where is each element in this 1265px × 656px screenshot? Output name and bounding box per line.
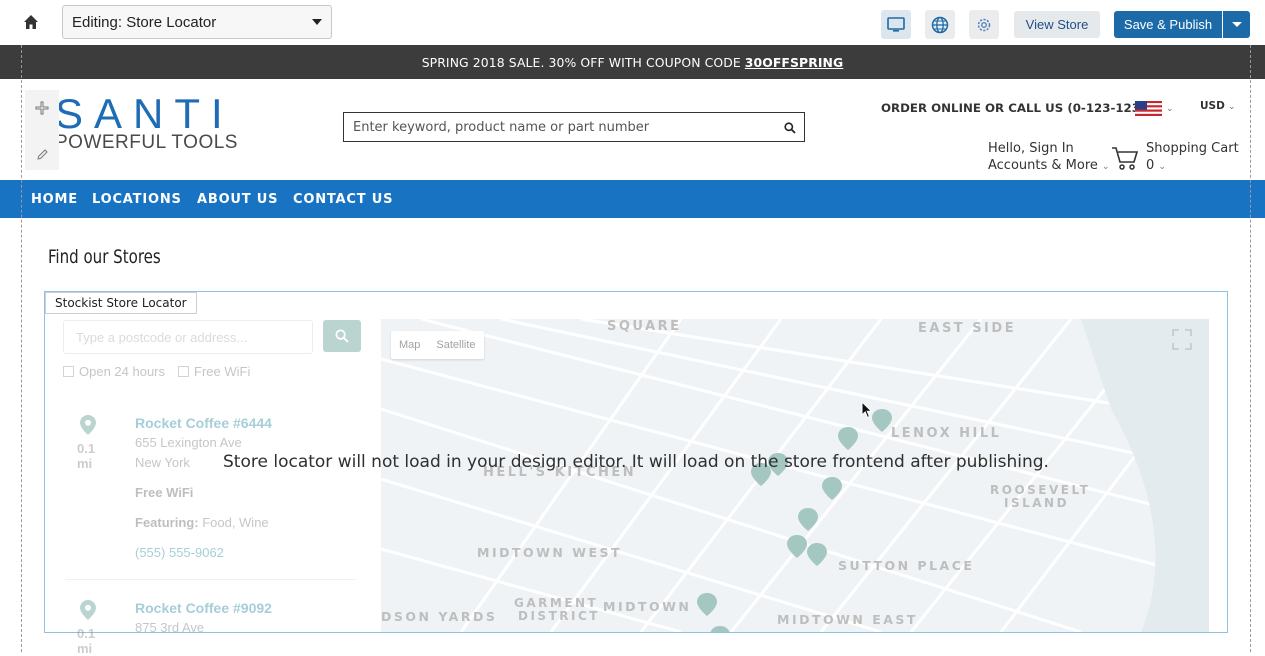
chevron-down-icon[interactable]: ⌄ [1166, 103, 1174, 114]
store-address: 655 Lexington Ave [135, 435, 242, 450]
account-menu[interactable]: Hello, Sign In Accounts & More ⌄ [988, 140, 1110, 176]
language-button[interactable] [925, 10, 955, 39]
currency-select[interactable]: USD [1200, 100, 1225, 112]
map-pin-icon [80, 600, 96, 620]
search-button[interactable] [784, 121, 796, 139]
home-icon [24, 15, 38, 29]
checkbox[interactable] [178, 366, 189, 377]
map-type-toggle: Map Satellite [391, 331, 484, 359]
edit-block-button[interactable] [25, 136, 59, 172]
nav-item-about[interactable]: ABOUT US [197, 192, 278, 207]
account-greeting: Hello, Sign In [988, 141, 1074, 156]
cart-label: Shopping Cart [1146, 141, 1239, 156]
logo-title[interactable]: SANTI [55, 93, 234, 135]
nav-item-locations[interactable]: LOCATIONS [92, 192, 182, 207]
mouse-cursor-icon [861, 401, 873, 419]
chevron-down-icon [1231, 22, 1242, 27]
address-input[interactable]: Type a postcode or address... [63, 320, 313, 354]
pencil-icon [36, 148, 48, 160]
chevron-down-icon [312, 19, 322, 25]
store-amenity: Free WiFi [135, 485, 194, 500]
checkbox[interactable] [63, 366, 74, 377]
editor-notice: Store locator will not load in your desi… [223, 452, 1049, 472]
block-tools [25, 90, 59, 170]
home-button[interactable] [18, 10, 44, 34]
store-phone[interactable]: (555) 555-9062 [135, 545, 224, 560]
map-label: SQUARE [607, 319, 682, 334]
chevron-down-icon: ⌄ [1102, 162, 1110, 172]
main-nav: HOME LOCATIONS ABOUT US CONTACT US [0, 180, 1265, 218]
search-icon [784, 122, 796, 134]
desktop-view-button[interactable] [881, 10, 911, 39]
widget-label: Stockist Store Locator [45, 292, 197, 314]
desktop-icon [887, 16, 905, 32]
map-label: ROOSEVELT [990, 483, 1091, 497]
us-flag-icon[interactable] [1135, 101, 1162, 116]
map-type-satellite[interactable]: Satellite [428, 331, 483, 359]
map-label: GARMENT [514, 596, 599, 610]
product-search [343, 112, 805, 142]
shopping-cart[interactable]: Shopping Cart 0 ⌄ [1146, 140, 1239, 176]
promo-text: SPRING 2018 SALE. 30% OFF WITH COUPON CO… [421, 54, 741, 70]
filter-label: Open 24 hours [79, 364, 166, 379]
nav-item-contact[interactable]: CONTACT US [293, 192, 393, 207]
section-guide-left [21, 45, 22, 652]
map-label: LENOX HILL [891, 426, 1002, 441]
store-address: 875 3rd Ave [135, 620, 205, 635]
promo-banner: SPRING 2018 SALE. 30% OFF WITH COUPON CO… [0, 45, 1265, 79]
chevron-down-icon: ⌄ [1158, 162, 1166, 172]
map-label: EAST SIDE [918, 321, 1017, 336]
move-icon [35, 101, 49, 115]
search-icon [335, 329, 349, 343]
logo-subtitle: POWERFUL TOOLS [55, 132, 238, 153]
settings-button[interactable] [969, 10, 999, 39]
map-label: MIDTOWN EAST [777, 612, 918, 627]
page-title: Find our Stores [48, 246, 161, 268]
publish-options-button[interactable] [1223, 11, 1250, 38]
move-block-button[interactable] [25, 90, 59, 126]
chevron-down-icon[interactable]: ⌄ [1228, 101, 1236, 112]
editor-toolbar: Editing: Store Locator View Store Save &… [0, 0, 1265, 45]
promo-code-link[interactable]: 30OFFSPRING [745, 55, 844, 70]
cart-icon[interactable] [1111, 145, 1139, 171]
store-map[interactable]: Map Satellite SQUARE EAST SIDE LENOX HIL… [381, 319, 1209, 632]
map-label: MIDTOWN WEST [477, 545, 623, 560]
nav-item-home[interactable]: HOME [31, 192, 78, 207]
store-name[interactable]: Rocket Coffee #6444 [135, 415, 272, 431]
gear-icon [977, 18, 991, 31]
store-name[interactable]: Rocket Coffee #9092 [135, 600, 272, 616]
address-search-button[interactable] [323, 320, 361, 352]
view-store-button[interactable]: View Store [1014, 11, 1100, 38]
map-label: ISLAND [1004, 496, 1070, 510]
filter-free-wifi[interactable]: Free WiFi [178, 364, 250, 379]
divider [65, 579, 355, 580]
map-type-map[interactable]: Map [391, 331, 428, 359]
page-select[interactable]: Editing: Store Locator [62, 5, 332, 39]
page-select-value: Editing: Store Locator [72, 13, 217, 31]
account-label: Accounts & More [988, 158, 1098, 173]
filter-label: Free WiFi [194, 364, 251, 379]
store-featuring: Food, Wine [202, 515, 269, 530]
section-guide-right [1250, 45, 1251, 652]
search-input[interactable] [353, 119, 773, 135]
locator-sidebar: Type a postcode or address... Open 24 ho… [60, 320, 382, 656]
globe-icon [931, 16, 949, 33]
map-label: MIDTOWN [603, 599, 692, 614]
filter-open-24[interactable]: Open 24 hours [63, 364, 165, 379]
cart-count: 0 [1146, 158, 1155, 173]
save-publish-button[interactable]: Save & Publish [1114, 11, 1222, 38]
map-label: SUTTON PLACE [838, 558, 975, 573]
map-label: DISTRICT [518, 609, 600, 623]
featuring-label: Featuring: [135, 515, 199, 530]
map-pin-icon [80, 415, 96, 435]
map-label: DSON YARDS [381, 609, 498, 624]
order-phone-text: ORDER ONLINE OR CALL US (0-123-1234) [881, 101, 1154, 115]
